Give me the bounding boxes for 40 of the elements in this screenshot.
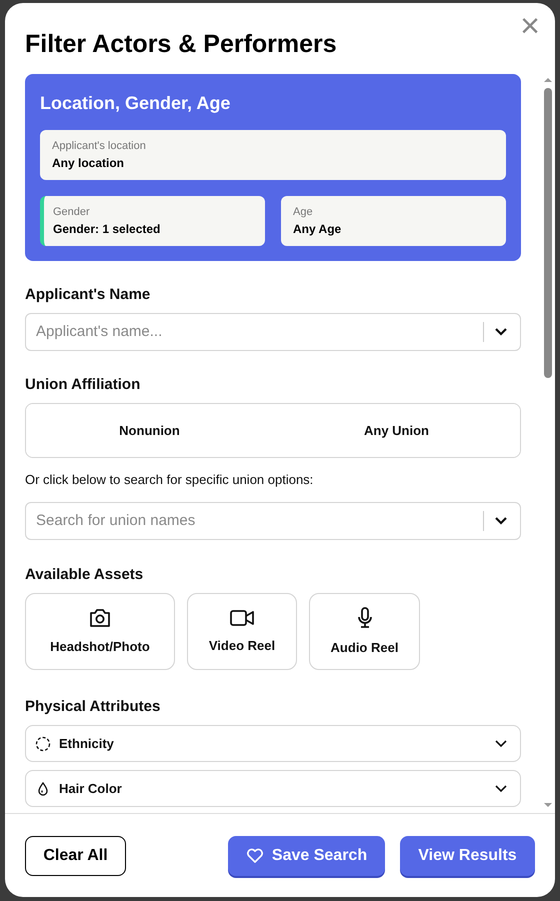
chevron-down-icon [494,327,508,337]
input-field[interactable]: Search for union names [36,510,483,532]
video-camera-icon [229,608,255,628]
field-value: Any location [52,155,126,171]
combo-box[interactable]: Applicant's name... [25,313,521,351]
dropdown[interactable]: Ethnicity [25,725,521,762]
footer-button[interactable]: Clear All [25,836,126,876]
asset-button[interactable]: Audio Reel [309,593,420,670]
asset-button[interactable]: Video Reel [187,593,297,670]
chevron-down-icon [494,516,508,526]
scrollbar-thumb[interactable] [544,88,552,378]
dropdown[interactable]: Hair Color [25,770,521,807]
combo-box[interactable]: Search for union names [25,502,521,540]
select-field[interactable]: Age Any Age [281,196,506,246]
select-field[interactable]: Applicant's location Any location [40,130,506,180]
scroll-up-arrow-icon[interactable] [543,76,553,84]
section-heading: Union Affiliation [25,375,142,395]
chevron-down-icon [494,784,508,794]
footer-button[interactable]: Save Search [228,836,385,876]
scroll-down-arrow-icon[interactable] [543,801,553,809]
heart-icon [246,848,264,864]
asset-button[interactable]: Headshot/Photo [25,593,175,670]
section-heading: Applicant's Name [25,285,152,305]
footer-button[interactable]: View Results [400,836,535,876]
dashed-circle-icon [35,736,51,752]
chevron-down-icon [494,738,508,748]
card-title: Location, Gender, Age [40,92,232,114]
section-heading: Physical Attributes [25,697,162,717]
field-value: Any Age [293,221,342,237]
hint-text: Or click below to search for specific union options: [25,472,314,488]
camera-icon [88,606,112,629]
field-label: Age [293,205,314,219]
select-field[interactable]: Gender Gender: 1 selected [40,196,265,246]
field-label: Gender [53,205,91,219]
section-heading: Available Assets [25,565,144,585]
input-field[interactable]: Applicant's name... [36,320,483,344]
field-value: Gender: 1 selected [53,221,162,237]
field-label: Applicant's location [52,139,147,153]
close-button[interactable]: × [515,11,545,41]
dialog-title: Filter Actors & Performers [25,29,338,59]
